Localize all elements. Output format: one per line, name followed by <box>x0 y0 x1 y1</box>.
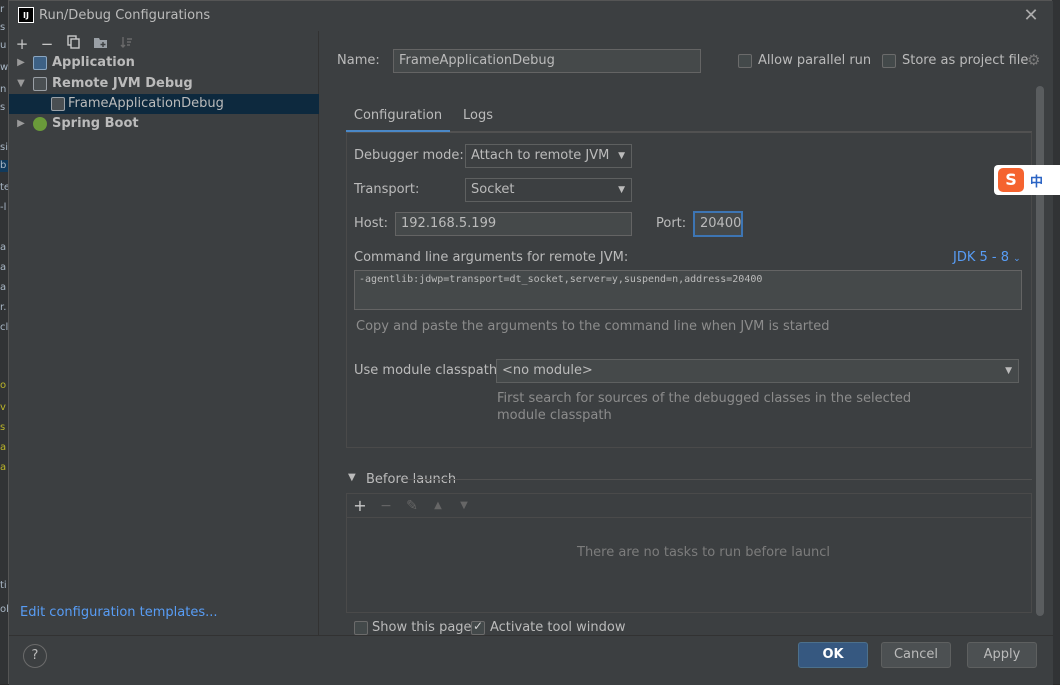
cancel-button[interactable]: Cancel <box>881 642 951 668</box>
edit-icon[interactable]: ✎ <box>403 496 421 516</box>
host-field[interactable]: 192.168.5.199 <box>395 212 632 236</box>
module-hint-line1: First search for sources of the debugged… <box>497 391 912 406</box>
tree-item-application[interactable]: ▶ Application <box>9 53 319 73</box>
transport-label: Transport: <box>354 182 420 197</box>
before-launch-list: + − ✎ ▲ ▼ There are no tasks to run befo… <box>346 493 1032 613</box>
spring-boot-icon <box>33 117 47 131</box>
show-this-page-label: Show this page <box>372 620 472 635</box>
chevron-down-icon[interactable]: ▼ <box>348 472 356 483</box>
show-this-page-checkbox[interactable] <box>354 621 368 635</box>
chevron-down-icon: ▼ <box>618 151 625 161</box>
allow-parallel-run-checkbox[interactable] <box>738 54 752 68</box>
transport-value: Socket <box>471 182 515 197</box>
debugger-mode-value: Attach to remote JVM <box>471 148 610 163</box>
chevron-right-icon[interactable]: ▶ <box>15 53 27 73</box>
add-icon[interactable]: + <box>13 35 31 53</box>
title-bar: IJ Run/Debug Configurations ✕ <box>9 1 1053 31</box>
remove-icon[interactable]: − <box>38 35 56 53</box>
tree-item-remote-jvm-debug[interactable]: ▼ Remote JVM Debug <box>9 74 319 94</box>
module-classpath-label: Use module classpath: <box>354 363 502 378</box>
help-button[interactable]: ? <box>23 644 47 668</box>
name-field[interactable]: FrameApplicationDebug <box>393 49 701 73</box>
remote-debug-icon <box>51 97 65 111</box>
move-down-icon[interactable]: ▼ <box>455 496 473 516</box>
edit-configuration-templates-link[interactable]: Edit configuration templates... <box>20 605 218 620</box>
window-title: Run/Debug Configurations <box>39 8 211 23</box>
add-icon[interactable]: + <box>351 496 369 516</box>
configuration-tree-pane: + − ▶ Application ▼ Remote JVM Debug Fra… <box>9 31 319 635</box>
tab-logs[interactable]: Logs <box>463 107 493 133</box>
tree-item-spring-boot[interactable]: ▶ Spring Boot <box>9 114 319 134</box>
chevron-down-icon: ▼ <box>618 185 625 195</box>
move-up-icon[interactable]: ▲ <box>429 496 447 516</box>
folder-icon[interactable] <box>91 35 109 53</box>
cmd-args-label: Command line arguments for remote JVM: <box>354 250 629 265</box>
dialog-button-bar: ? OK Cancel Apply <box>9 635 1053 685</box>
module-classpath-select[interactable]: <no module> ▼ <box>496 359 1019 383</box>
transport-select[interactable]: Socket ▼ <box>465 178 632 202</box>
intellij-logo-icon: IJ <box>18 7 34 23</box>
chevron-right-icon[interactable]: ▶ <box>15 114 27 134</box>
host-label: Host: <box>354 216 388 231</box>
cmd-args-field[interactable]: -agentlib:jdwp=transport=dt_socket,serve… <box>354 270 1022 310</box>
name-label: Name: <box>337 53 380 68</box>
activate-tool-window-label: Activate tool window <box>490 620 626 635</box>
chevron-down-icon: ⌄ <box>1013 254 1021 264</box>
store-as-project-file-checkbox[interactable] <box>882 54 896 68</box>
ok-button[interactable]: OK <box>798 642 868 668</box>
background-ide-left-strip: r s u w n s si b te -l a a a r. cl o v s… <box>0 0 8 684</box>
configuration-editor-pane: Name: FrameApplicationDebug Allow parall… <box>320 31 1053 635</box>
store-as-project-file-label: Store as project file <box>902 53 1029 68</box>
background-ide-right-strip <box>1052 0 1060 684</box>
tree-item-label: FrameApplicationDebug <box>68 96 224 111</box>
ime-language-indicator: 中 <box>1030 175 1044 190</box>
close-icon[interactable]: ✕ <box>1019 4 1043 28</box>
before-launch-empty-text: There are no tasks to run before launcl <box>577 545 831 560</box>
port-label: Port: <box>656 216 687 231</box>
activate-tool-window-checkbox[interactable] <box>471 619 485 635</box>
tree-item-label: Remote JVM Debug <box>52 76 193 91</box>
module-hint-line2: module classpath <box>497 408 612 423</box>
run-debug-dialog: IJ Run/Debug Configurations ✕ + − ▶ Appl… <box>8 0 1053 685</box>
cmd-args-hint: Copy and paste the arguments to the comm… <box>356 319 830 334</box>
before-launch-toolbar: + − ✎ ▲ ▼ <box>347 494 1031 518</box>
remote-debug-icon <box>33 77 47 91</box>
debugger-mode-select[interactable]: Attach to remote JVM ▼ <box>465 144 632 168</box>
jdk-version-select[interactable]: JDK 5 - 8 ⌄ <box>953 250 1021 265</box>
before-launch-divider <box>404 479 1032 480</box>
tab-configuration[interactable]: Configuration <box>346 107 450 133</box>
debugger-mode-label: Debugger mode: <box>354 148 464 163</box>
module-classpath-value: <no module> <box>502 363 593 378</box>
tree-item-frame-application-debug[interactable]: FrameApplicationDebug <box>9 94 319 114</box>
gear-icon[interactable]: ⚙ <box>1027 51 1040 69</box>
chevron-down-icon[interactable]: ▼ <box>15 74 27 94</box>
sogou-logo-icon: S <box>998 168 1024 192</box>
apply-button[interactable]: Apply <box>967 642 1037 668</box>
tree-item-label: Application <box>52 55 135 70</box>
ime-badge[interactable]: S 中 <box>994 165 1060 195</box>
port-field[interactable]: 20400 <box>693 211 743 237</box>
chevron-down-icon: ▼ <box>1005 366 1012 376</box>
sort-icon[interactable] <box>117 35 135 53</box>
tree-item-label: Spring Boot <box>52 116 139 131</box>
allow-parallel-run-label: Allow parallel run <box>758 53 872 68</box>
jdk-version-value: JDK 5 - 8 <box>953 250 1009 265</box>
copy-icon[interactable] <box>65 35 83 53</box>
remove-icon[interactable]: − <box>377 496 395 516</box>
application-icon <box>33 56 47 70</box>
